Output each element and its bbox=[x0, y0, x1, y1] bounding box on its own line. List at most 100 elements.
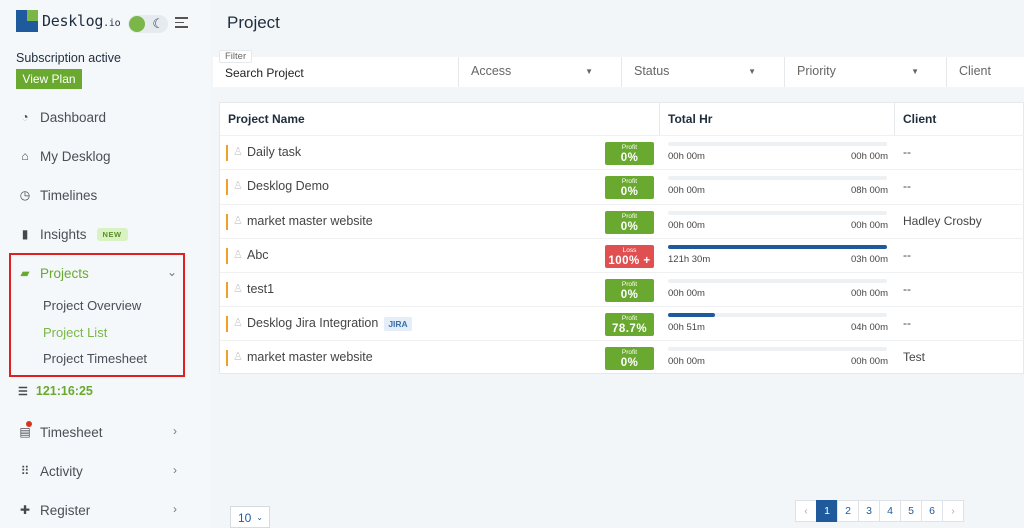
column-header-total-hr[interactable]: Total Hr bbox=[659, 102, 895, 135]
priority-marker bbox=[226, 214, 228, 230]
project-name[interactable]: Desklog Jira Integration JIRA bbox=[247, 316, 412, 331]
user-icon: ♙ bbox=[233, 215, 243, 227]
user-icon: ♙ bbox=[233, 283, 243, 295]
hours-progress-fill bbox=[668, 245, 887, 249]
hours-progress-bar bbox=[668, 279, 887, 283]
priority-select-label: Priority bbox=[797, 64, 836, 78]
table-row[interactable]: ♙ Desklog Jira Integration JIRA Profit 78.7%… bbox=[220, 306, 1024, 340]
sidebar-item-label: My Desklog bbox=[40, 148, 111, 164]
hours-progress-bar bbox=[668, 245, 887, 249]
hours-spent: 00h 00m bbox=[668, 185, 705, 196]
access-select[interactable]: Access ▼ bbox=[458, 57, 605, 87]
project-name[interactable]: Abc bbox=[247, 248, 269, 262]
timesheet-icon: ▤ bbox=[18, 421, 32, 439]
priority-select[interactable]: Priority ▼ bbox=[784, 57, 931, 87]
hours-spent: 00h 00m bbox=[668, 151, 705, 162]
sidebar-item-register[interactable]: ✚ Register › bbox=[18, 500, 183, 520]
page-1-button[interactable]: 1 bbox=[816, 500, 838, 522]
page-size-select[interactable]: 10 ⌄ bbox=[230, 506, 270, 528]
project-name[interactable]: Desklog Demo bbox=[247, 179, 329, 193]
client-name: -- bbox=[903, 282, 911, 296]
user-icon: ♙ bbox=[233, 146, 243, 158]
brand-logo[interactable]: Desklog.io bbox=[16, 10, 121, 32]
priority-marker bbox=[226, 316, 228, 332]
search-project-input[interactable]: Search Project bbox=[225, 66, 304, 80]
page-5-button[interactable]: 5 bbox=[900, 500, 922, 522]
clock-icon: ◷ bbox=[19, 188, 31, 202]
column-header-client[interactable]: Client bbox=[894, 102, 1024, 135]
badge-value: 0% bbox=[620, 289, 639, 301]
page-title: Project bbox=[227, 13, 280, 32]
badge-value: 0% bbox=[620, 152, 639, 164]
table-row[interactable]: ♙ Daily task Profit 0% 00h 00m 00h 00m -- bbox=[220, 135, 1024, 169]
hours-total: 00h 00m bbox=[851, 151, 888, 162]
theme-toggle[interactable]: ☾ bbox=[128, 15, 168, 33]
hours-progress-bar bbox=[668, 142, 887, 146]
hours-spent: 00h 51m bbox=[668, 322, 705, 333]
prev-page-button[interactable]: ‹ bbox=[795, 500, 817, 522]
submenu-project-timesheet[interactable]: Project Timesheet bbox=[43, 351, 147, 366]
menu-collapse-icon[interactable] bbox=[175, 17, 188, 29]
client-name: Hadley Crosby bbox=[903, 214, 982, 228]
hours-total: 00h 00m bbox=[851, 220, 888, 231]
page-6-button[interactable]: 6 bbox=[921, 500, 943, 522]
project-name[interactable]: market master website bbox=[247, 350, 373, 364]
submenu-project-list[interactable]: Project List bbox=[43, 325, 107, 340]
sidebar-item-label: Activity bbox=[40, 463, 83, 479]
new-badge: NEW bbox=[96, 227, 128, 241]
badge-value: 0% bbox=[620, 357, 639, 369]
user-icon: ♙ bbox=[233, 180, 243, 192]
chevron-down-icon: ⌄ bbox=[166, 265, 177, 279]
hours-spent: 00h 00m bbox=[668, 220, 705, 231]
next-page-button[interactable]: › bbox=[942, 500, 964, 522]
page-4-button[interactable]: 4 bbox=[879, 500, 901, 522]
badge-label: Profit bbox=[621, 178, 638, 185]
project-name[interactable]: test1 bbox=[247, 282, 274, 296]
sidebar-item-dashboard[interactable]: ◔ Dashboard bbox=[18, 107, 183, 127]
view-plan-button[interactable]: View Plan bbox=[16, 69, 82, 89]
client-select[interactable]: Client bbox=[946, 57, 1024, 87]
submenu-project-overview[interactable]: Project Overview bbox=[43, 298, 141, 313]
caret-down-icon: ▼ bbox=[911, 67, 919, 76]
sidebar-item-timelines[interactable]: ◷ Timelines bbox=[18, 185, 183, 205]
table-row[interactable]: ♙ Desklog Demo Profit 0% 00h 00m 08h 00m -- bbox=[220, 169, 1024, 203]
table-row[interactable]: ♙ market master website Profit 0% 00h 00m 00h… bbox=[220, 204, 1024, 238]
status-select-label: Status bbox=[634, 64, 670, 78]
priority-marker bbox=[226, 179, 228, 195]
badge-value: 0% bbox=[620, 186, 639, 198]
sidebar-item-projects[interactable]: ▰ Projects ⌄ bbox=[18, 263, 183, 283]
badge-value: 78.7% bbox=[611, 323, 648, 335]
book-icon: ▮ bbox=[21, 227, 29, 241]
hours-spent: 00h 00m bbox=[668, 356, 705, 367]
hours-progress-bar bbox=[668, 347, 887, 351]
caret-down-icon: ▼ bbox=[585, 67, 593, 76]
badge-label: Loss bbox=[622, 247, 637, 254]
sidebar-item-timesheet[interactable]: ▤ Timesheet › bbox=[18, 421, 183, 442]
badge-label: Profit bbox=[621, 349, 638, 356]
toggle-knob bbox=[129, 16, 145, 32]
filter-label: Filter bbox=[219, 50, 253, 63]
table-row[interactable]: ♙ market master website Profit 0% 00h 00m 00h… bbox=[220, 340, 1024, 374]
status-select[interactable]: Status ▼ bbox=[621, 57, 768, 87]
profit-loss-badge: Loss 100% + bbox=[605, 245, 654, 268]
column-header-project-name[interactable]: Project Name bbox=[219, 102, 660, 135]
page-2-button[interactable]: 2 bbox=[837, 500, 859, 522]
sidebar-item-insights[interactable]: ▮ Insights NEW bbox=[18, 224, 183, 244]
hours-total: 04h 00m bbox=[851, 322, 888, 333]
user-icon: ♙ bbox=[233, 249, 243, 261]
home-icon: ⌂ bbox=[21, 149, 29, 163]
sidebar-item-my-desklog[interactable]: ⌂ My Desklog bbox=[18, 146, 183, 166]
sidebar-item-label: Insights bbox=[40, 226, 87, 242]
pagination: ‹ 1 2 3 4 5 6 › bbox=[795, 500, 964, 522]
table-row[interactable]: ♙ test1 Profit 0% 00h 00m 00h 00m -- bbox=[220, 272, 1024, 306]
project-name[interactable]: market master website bbox=[247, 214, 373, 228]
project-name[interactable]: Daily task bbox=[247, 145, 301, 159]
sidebar-item-activity[interactable]: ⠿ Activity › bbox=[18, 461, 183, 481]
subscription-status: Subscription active bbox=[16, 51, 121, 65]
page-3-button[interactable]: 3 bbox=[858, 500, 880, 522]
profit-loss-badge: Profit 0% bbox=[605, 176, 654, 199]
dashboard-icon: ◔ bbox=[21, 110, 29, 124]
table-row[interactable]: ♙ Abc Loss 100% + 121h 30m 03h 00m -- bbox=[220, 238, 1024, 272]
hours-progress-fill bbox=[668, 313, 715, 317]
priority-marker bbox=[226, 282, 228, 298]
